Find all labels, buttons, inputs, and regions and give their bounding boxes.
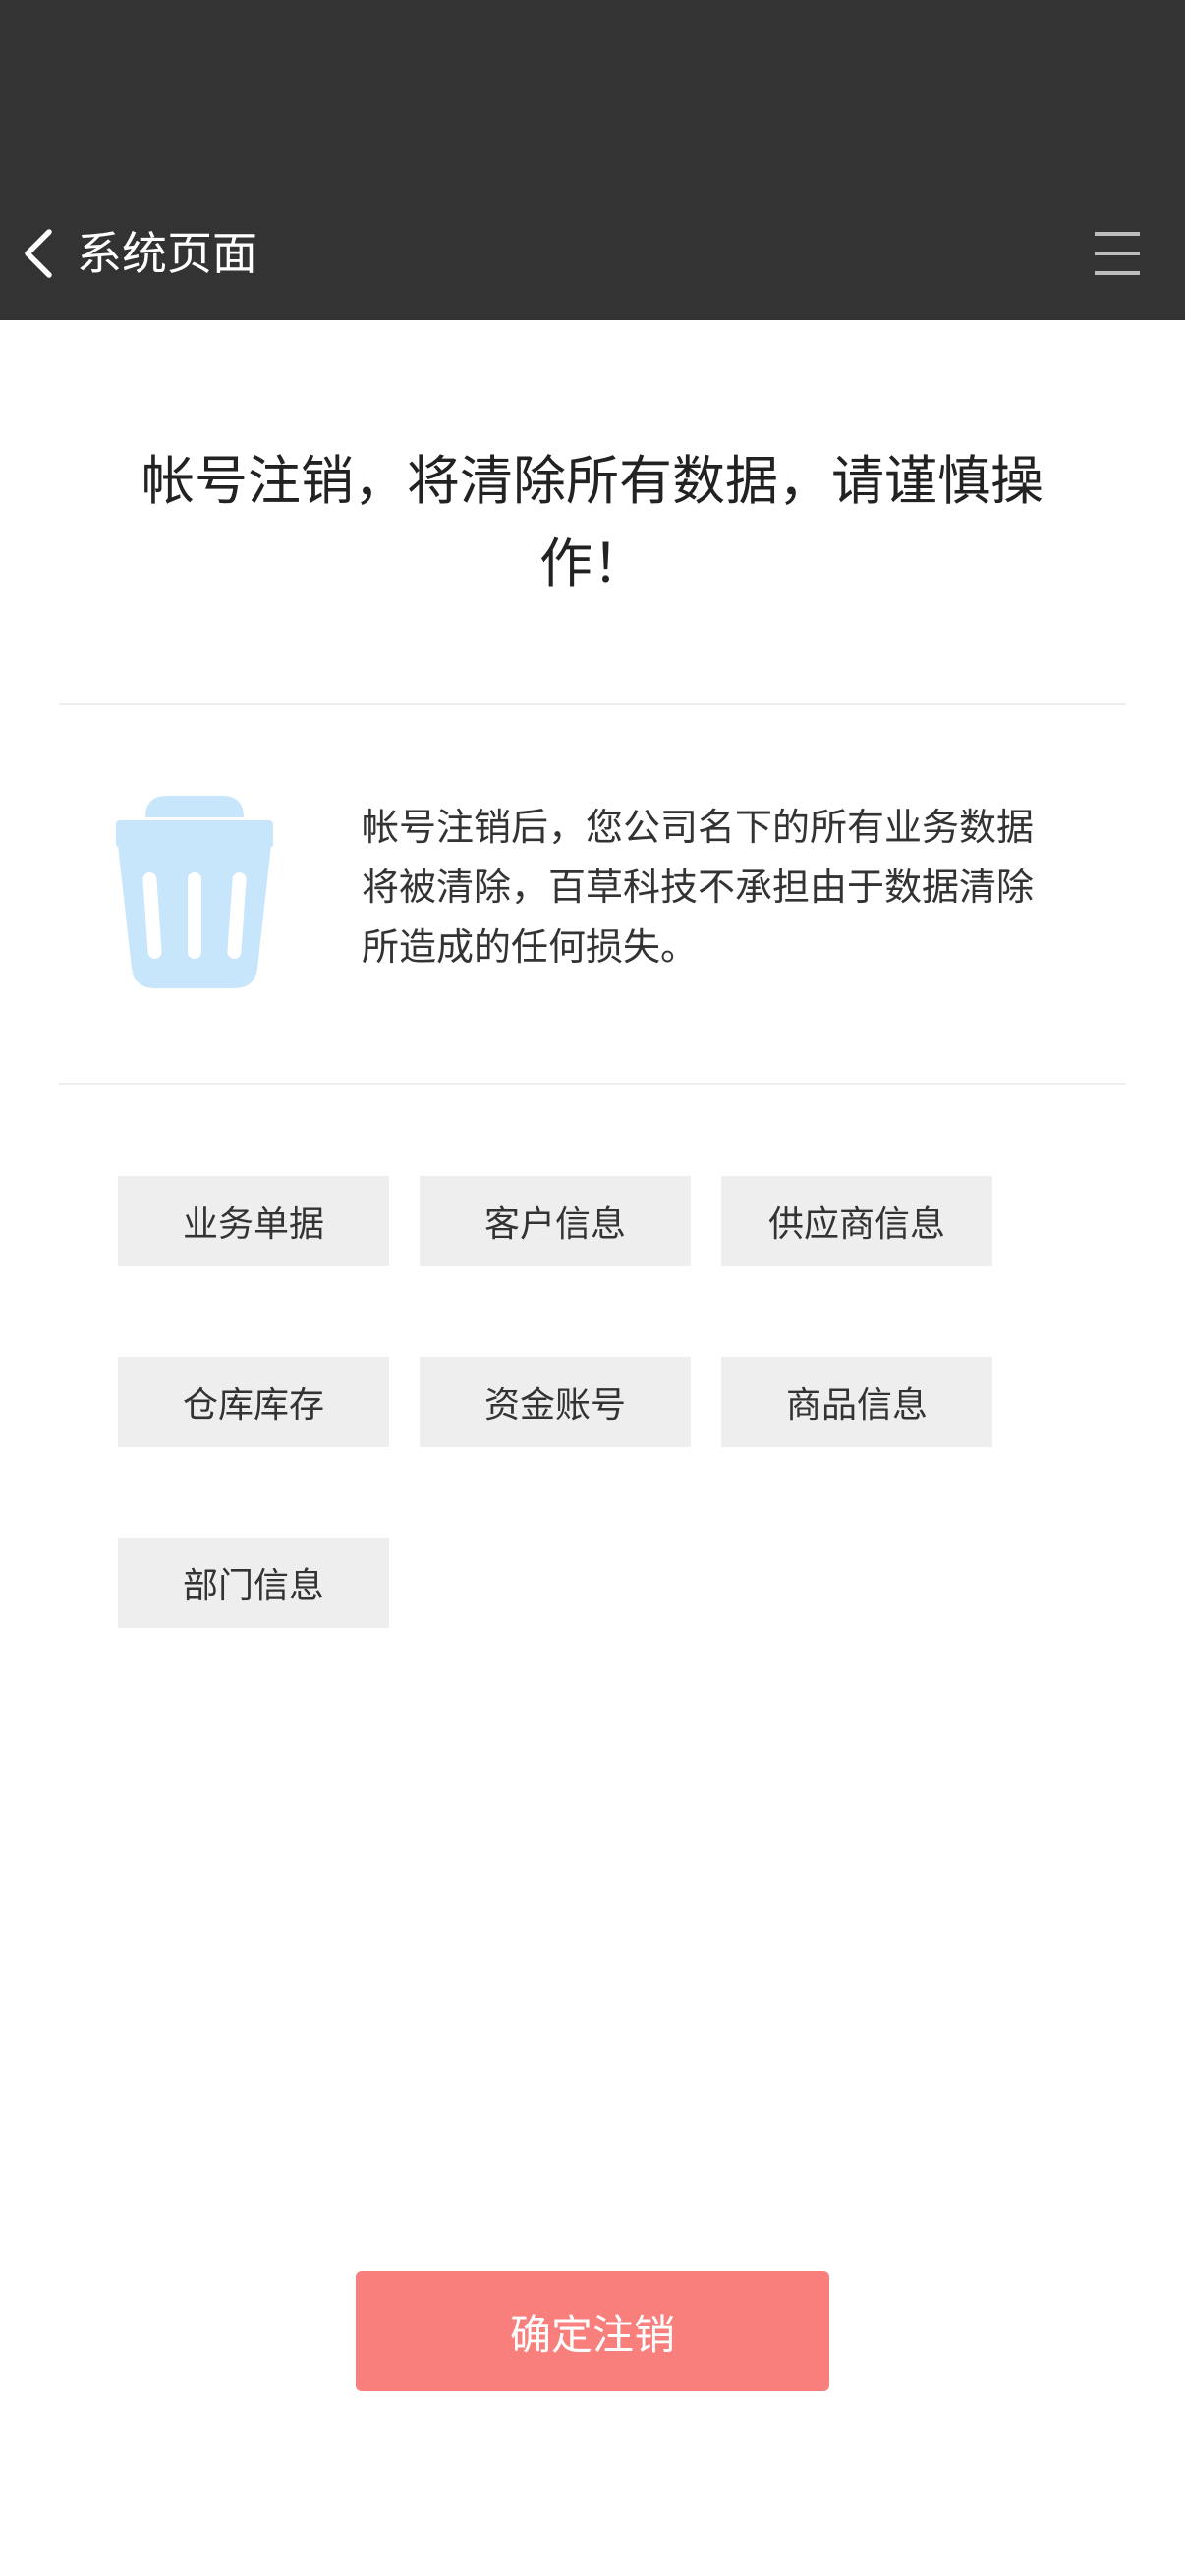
- warning-title: 帐号注销，将清除所有数据，请谨慎操作！: [141, 450, 1044, 594]
- data-type-tag: 客户信息: [420, 1176, 691, 1266]
- data-type-tag: 资金账号: [420, 1357, 691, 1447]
- data-type-tag: 部门信息: [118, 1538, 389, 1628]
- hamburger-menu-icon: [1095, 232, 1140, 275]
- deletion-notice-text: 帐号注销后，您公司名下的所有业务数据将被清除，百草科技不承担由于数据清除所造成的…: [362, 806, 1035, 969]
- data-type-tag: 供应商信息: [721, 1176, 992, 1266]
- menu-button[interactable]: [1087, 226, 1146, 281]
- confirm-deletion-button[interactable]: 确定注销: [356, 2271, 829, 2391]
- trash-icon: [116, 796, 273, 988]
- chevron-left-icon: [25, 229, 52, 278]
- account-deletion-screen: 系统页面 帐号注销，将清除所有数据，请谨慎操作！ 帐号注销后，您公司名下的所有业…: [0, 0, 1185, 2576]
- divider: [59, 703, 1126, 705]
- data-type-tag: 业务单据: [118, 1176, 389, 1266]
- back-button[interactable]: 系统页面: [20, 214, 257, 293]
- divider: [59, 1083, 1126, 1085]
- page-title: 系统页面: [77, 227, 257, 280]
- data-type-tag: 仓库库存: [118, 1357, 389, 1447]
- data-type-tag: 商品信息: [721, 1357, 992, 1447]
- header-bar: 系统页面: [0, 0, 1185, 320]
